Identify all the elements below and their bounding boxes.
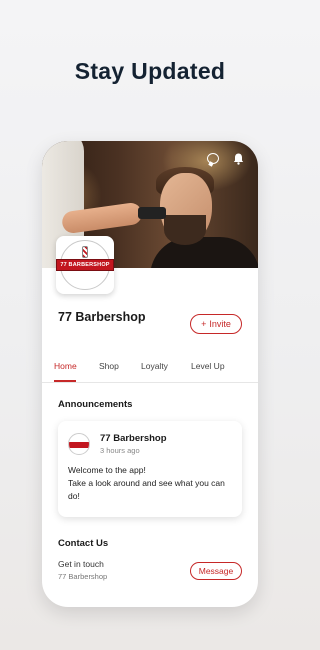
contact-title: Contact Us: [58, 538, 109, 549]
plus-icon: +: [201, 319, 207, 329]
chat-icon[interactable]: [207, 153, 219, 164]
bell-icon[interactable]: [233, 153, 244, 167]
contact-business-name: 77 Barbershop: [58, 572, 108, 581]
announcement-body: Welcome to the app! Take a look around a…: [68, 464, 236, 503]
announcement-time: 3 hours ago: [100, 446, 140, 455]
message-button[interactable]: Message: [190, 562, 242, 580]
tab-loyalty[interactable]: Loyalty: [141, 361, 168, 371]
logo-ribbon: 77 BARBERSHOP: [56, 259, 114, 271]
tab-shop[interactable]: Shop: [99, 361, 119, 371]
tab-bar: Home Shop Loyalty Level Up: [42, 361, 258, 383]
invite-button[interactable]: + Invite: [190, 314, 242, 334]
contact-label: Get in touch: [58, 559, 104, 569]
active-tab-indicator: [54, 380, 76, 382]
invite-label: Invite: [209, 319, 231, 329]
tab-home[interactable]: Home: [54, 361, 77, 371]
page-headline: Stay Updated: [74, 58, 226, 84]
phone-screen: 77 BARBERSHOP 77 Barbershop + Invite Hom…: [42, 141, 258, 607]
tab-level-up[interactable]: Level Up: [191, 361, 225, 371]
announcement-card[interactable]: 77 Barbershop 3 hours ago Welcome to the…: [58, 421, 242, 517]
author-avatar: [68, 433, 90, 455]
business-logo: 77 BARBERSHOP: [56, 236, 114, 294]
announcement-line-2: Take a look around and see what you can …: [68, 478, 225, 501]
announcement-line-1: Welcome to the app!: [68, 465, 146, 475]
announcements-title: Announcements: [58, 399, 133, 410]
barber-pole-icon: [82, 246, 88, 258]
announcement-author: 77 Barbershop: [100, 433, 167, 444]
business-name: 77 Barbershop: [58, 310, 146, 324]
